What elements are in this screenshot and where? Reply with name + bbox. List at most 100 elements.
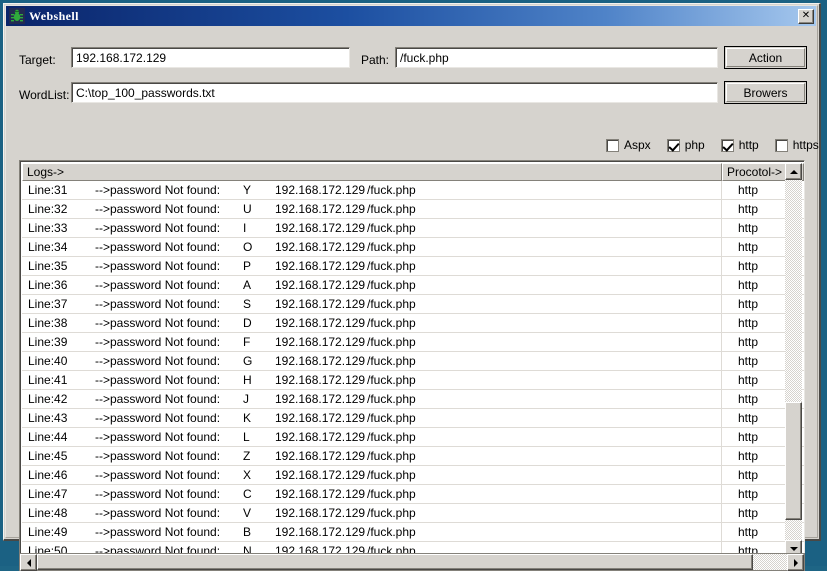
table-row[interactable]: Line:34 -->password Not found: O 192.168.17… <box>22 238 804 257</box>
log-password: L <box>243 430 250 444</box>
checkbox-https[interactable]: https <box>774 138 819 152</box>
log-password: H <box>243 373 252 387</box>
horizontal-scrollbar[interactable] <box>19 553 805 571</box>
checkbox-aspx-box[interactable] <box>606 138 619 152</box>
listview-rows: Line:31 -->password Not found: Y 192.168.17… <box>22 181 804 557</box>
column-header-logs[interactable]: Logs-> <box>22 163 722 181</box>
log-cell: Line:37 -->password Not found: S 192.168.17… <box>22 295 722 313</box>
checkbox-aspx[interactable]: Aspx <box>606 138 651 152</box>
log-line-number: Line:39 <box>28 335 68 349</box>
checkbox-http-label: http <box>738 138 759 152</box>
log-path: /fuck.php <box>367 430 416 444</box>
listview-viewport: Logs-> Procotol-> Line:31 -->password Not… <box>22 163 804 557</box>
log-password: F <box>243 335 251 349</box>
action-button-label: Action <box>748 50 783 65</box>
table-row[interactable]: Line:37 -->password Not found: S 192.168.17… <box>22 295 804 314</box>
log-password: B <box>243 525 252 539</box>
log-ip: 192.168.172.129 <box>275 335 366 349</box>
app-bug-icon <box>9 8 25 24</box>
target-input[interactable] <box>71 47 350 68</box>
webshell-window: Webshell ✕ Target: Path: Action WordList… <box>3 3 821 571</box>
log-line-number: Line:45 <box>28 449 68 463</box>
log-message: -->password Not found: <box>95 411 221 425</box>
table-row[interactable]: Line:38 -->password Not found: D 192.168.17… <box>22 314 804 333</box>
browse-button-label: Browers <box>743 85 788 100</box>
scroll-up-arrow-icon[interactable] <box>785 163 802 180</box>
wordlist-input[interactable] <box>71 82 718 103</box>
vertical-scroll-thumb[interactable] <box>785 402 802 520</box>
table-row[interactable]: Line:48 -->password Not found: V 192.168.17… <box>22 504 804 523</box>
log-path: /fuck.php <box>367 278 416 292</box>
log-ip: 192.168.172.129 <box>275 354 366 368</box>
log-cell: Line:31 -->password Not found: Y 192.168.17… <box>22 181 722 199</box>
path-input[interactable] <box>395 47 718 68</box>
table-row[interactable]: Line:49 -->password Not found: B 192.168.17… <box>22 523 804 542</box>
log-cell: Line:43 -->password Not found: K 192.168.17… <box>22 409 722 427</box>
table-row[interactable]: Line:40 -->password Not found: G 192.168.17… <box>22 352 804 371</box>
log-path: /fuck.php <box>367 183 416 197</box>
log-message: -->password Not found: <box>95 392 221 406</box>
log-cell: Line:40 -->password Not found: G 192.168.17… <box>22 352 722 370</box>
vertical-scrollbar[interactable] <box>785 163 802 557</box>
log-cell: Line:48 -->password Not found: V 192.168.17… <box>22 504 722 522</box>
table-row[interactable]: Line:46 -->password Not found: X 192.168.17… <box>22 466 804 485</box>
table-row[interactable]: Line:31 -->password Not found: Y 192.168.17… <box>22 181 804 200</box>
log-ip: 192.168.172.129 <box>275 487 366 501</box>
client-area: Target: Path: Action WordList: Browers A… <box>6 27 819 571</box>
table-row[interactable]: Line:35 -->password Not found: P 192.168.17… <box>22 257 804 276</box>
browse-button[interactable]: Browers <box>724 81 807 104</box>
table-row[interactable]: Line:44 -->password Not found: L 192.168.17… <box>22 428 804 447</box>
log-message: -->password Not found: <box>95 316 221 330</box>
logs-listview[interactable]: Logs-> Procotol-> Line:31 -->password Not… <box>19 160 805 558</box>
log-password: P <box>243 259 252 273</box>
log-path: /fuck.php <box>367 259 416 273</box>
log-password: O <box>243 240 253 254</box>
log-line-number: Line:38 <box>28 316 68 330</box>
log-password: S <box>243 297 252 311</box>
log-cell: Line:36 -->password Not found: A 192.168.17… <box>22 276 722 294</box>
log-message: -->password Not found: <box>95 354 221 368</box>
log-password: U <box>243 202 252 216</box>
log-cell: Line:46 -->password Not found: X 192.168.17… <box>22 466 722 484</box>
table-row[interactable]: Line:43 -->password Not found: K 192.168.17… <box>22 409 804 428</box>
table-row[interactable]: Line:41 -->password Not found: H 192.168.17… <box>22 371 804 390</box>
log-message: -->password Not found: <box>95 278 221 292</box>
scroll-left-arrow-icon[interactable] <box>20 554 37 571</box>
log-cell: Line:34 -->password Not found: O 192.168.17… <box>22 238 722 256</box>
log-path: /fuck.php <box>367 468 416 482</box>
checkbox-https-label: https <box>792 138 819 152</box>
log-cell: Line:45 -->password Not found: Z 192.168.17… <box>22 447 722 465</box>
log-cell: Line:38 -->password Not found: D 192.168.17… <box>22 314 722 332</box>
path-label: Path: <box>361 53 390 67</box>
log-line-number: Line:46 <box>28 468 68 482</box>
checkbox-http-box[interactable] <box>720 138 734 152</box>
checkbox-https-box[interactable] <box>774 138 788 152</box>
action-button[interactable]: Action <box>724 46 807 69</box>
horizontal-scroll-thumb[interactable] <box>37 554 753 570</box>
log-message: -->password Not found: <box>95 487 221 501</box>
close-icon[interactable]: ✕ <box>798 8 814 24</box>
table-row[interactable]: Line:42 -->password Not found: J 192.168.17… <box>22 390 804 409</box>
checkbox-php-box[interactable] <box>666 138 680 152</box>
log-path: /fuck.php <box>367 392 416 406</box>
scroll-right-arrow-icon[interactable] <box>787 554 804 571</box>
log-path: /fuck.php <box>367 221 416 235</box>
log-cell: Line:42 -->password Not found: J 192.168.17… <box>22 390 722 408</box>
table-row[interactable]: Line:33 -->password Not found: I 192.168.17… <box>22 219 804 238</box>
table-row[interactable]: Line:47 -->password Not found: C 192.168.17… <box>22 485 804 504</box>
log-message: -->password Not found: <box>95 430 221 444</box>
table-row[interactable]: Line:45 -->password Not found: Z 192.168.17… <box>22 447 804 466</box>
log-line-number: Line:36 <box>28 278 68 292</box>
table-row[interactable]: Line:39 -->password Not found: F 192.168.17… <box>22 333 804 352</box>
target-label: Target: <box>19 53 56 67</box>
table-row[interactable]: Line:36 -->password Not found: A 192.168.17… <box>22 276 804 295</box>
checkbox-http[interactable]: http <box>720 138 759 152</box>
log-path: /fuck.php <box>367 449 416 463</box>
checkbox-php[interactable]: php <box>666 138 705 152</box>
log-path: /fuck.php <box>367 335 416 349</box>
log-line-number: Line:37 <box>28 297 68 311</box>
title-bar[interactable]: Webshell ✕ <box>6 6 816 26</box>
log-line-number: Line:42 <box>28 392 68 406</box>
table-row[interactable]: Line:32 -->password Not found: U 192.168.17… <box>22 200 804 219</box>
log-line-number: Line:44 <box>28 430 68 444</box>
